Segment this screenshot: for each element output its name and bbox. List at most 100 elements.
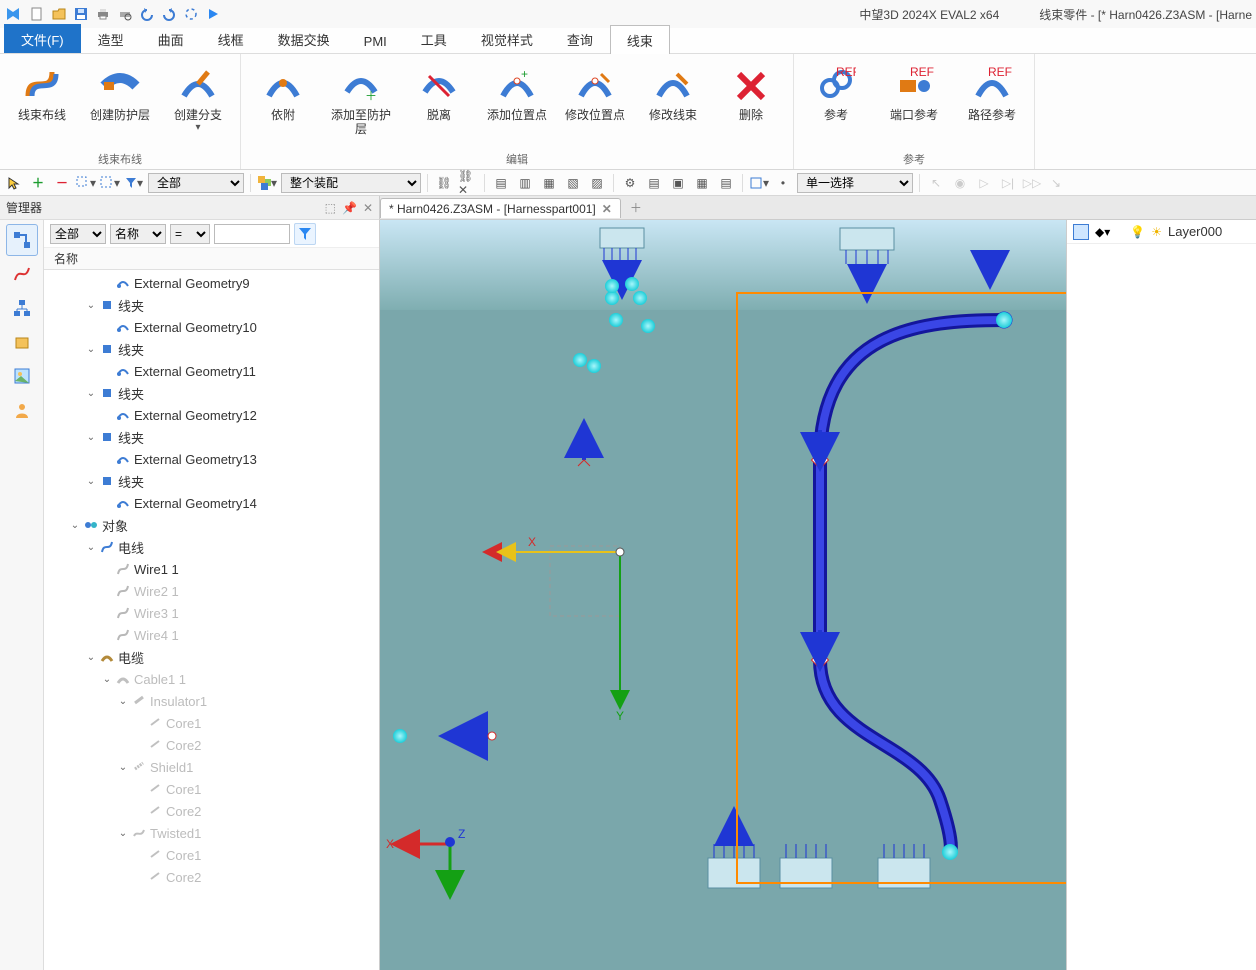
chevron-down-icon[interactable]: ⌄	[116, 762, 130, 773]
cube-icon[interactable]: ▦	[692, 173, 712, 193]
new-icon[interactable]	[28, 5, 46, 23]
subtract-icon[interactable]: －	[52, 173, 72, 193]
tree-node[interactable]: ⌄线夹	[44, 382, 379, 404]
tree-node[interactable]: External Geometry9	[44, 272, 379, 294]
ribbon-detach[interactable]: 脱离	[407, 60, 471, 138]
assembly-scope-select[interactable]: 整个装配	[281, 173, 421, 193]
layer-swatch-icon[interactable]	[1073, 224, 1089, 240]
filter-value[interactable]	[214, 224, 290, 244]
tree-node[interactable]: ⌄线夹	[44, 426, 379, 448]
ribbon-delete[interactable]: 删除	[719, 60, 783, 138]
select-mode-select[interactable]: 单一选择	[797, 173, 913, 193]
align-bottom-icon[interactable]: ▧	[563, 173, 583, 193]
tree-node[interactable]: External Geometry10	[44, 316, 379, 338]
close-icon[interactable]: ✕	[602, 202, 612, 216]
table-icon[interactable]: ▤	[716, 173, 736, 193]
tree-node[interactable]: ⌄Shield1	[44, 756, 379, 778]
ribbon-edit-harness[interactable]: 修改线束	[641, 60, 705, 138]
align-center-icon[interactable]: ▥	[515, 173, 535, 193]
ribbon-path-reference[interactable]: REF路径参考	[960, 60, 1024, 124]
ribbon-attach[interactable]: 依附	[251, 60, 315, 138]
column-header[interactable]: 名称	[44, 248, 379, 270]
chevron-down-icon[interactable]: ⌄	[100, 674, 114, 685]
tree-node[interactable]: External Geometry11	[44, 360, 379, 382]
tree-node[interactable]: ⌄线夹	[44, 470, 379, 492]
person-icon[interactable]	[6, 394, 38, 426]
align-h-icon[interactable]: ▨	[587, 173, 607, 193]
wire-view-icon[interactable]	[6, 258, 38, 290]
manager-close-icon[interactable]: ✕	[363, 201, 373, 215]
select-mode-icon[interactable]: ▾	[749, 173, 769, 193]
tree-node[interactable]: Core2	[44, 734, 379, 756]
tab-线框[interactable]: 线框	[201, 24, 261, 53]
play-icon[interactable]	[204, 5, 222, 23]
tab-造型[interactable]: 造型	[81, 24, 141, 53]
select-dropdown-icon[interactable]: ▾	[76, 173, 96, 193]
ribbon-harness-route[interactable]: 线束布线	[10, 60, 74, 135]
lightbulb-icon[interactable]: 💡	[1130, 225, 1145, 239]
tab-PMI[interactable]: PMI	[347, 28, 404, 53]
assembly-dropdown-icon[interactable]: ▾	[257, 173, 277, 193]
chevron-down-icon[interactable]: ⌄	[84, 432, 98, 443]
tree-node[interactable]: Core1	[44, 712, 379, 734]
ribbon-port-reference[interactable]: REF端口参考	[882, 60, 946, 124]
filter-op[interactable]: =	[170, 224, 210, 244]
tree-node[interactable]: ⌄Cable1 1	[44, 668, 379, 690]
ribbon-add-location[interactable]: +添加位置点	[485, 60, 549, 138]
box-icon[interactable]	[6, 326, 38, 358]
select-rect-dropdown-icon[interactable]: ▾	[100, 173, 120, 193]
chevron-down-icon[interactable]: ⌄	[116, 696, 130, 707]
align-top-icon[interactable]: ▦	[539, 173, 559, 193]
add-icon[interactable]: ＋	[28, 173, 48, 193]
align-left-icon[interactable]: ▤	[491, 173, 511, 193]
filter-scope-select[interactable]: 全部	[148, 173, 244, 193]
link-icon[interactable]: ⛓	[434, 173, 454, 193]
chevron-down-icon[interactable]: ⌄	[84, 476, 98, 487]
filter-field[interactable]: 名称	[110, 224, 166, 244]
tab-数据交换[interactable]: 数据交换	[261, 24, 347, 53]
layer-name[interactable]: Layer000	[1168, 224, 1222, 239]
layer-visibility-icon[interactable]: ◆▾	[1095, 225, 1110, 239]
cube-edit-icon[interactable]: ▣	[668, 173, 688, 193]
ribbon-add-to-cover[interactable]: ＋添加至防护层	[329, 60, 393, 138]
tree-node[interactable]: ⌄电线	[44, 536, 379, 558]
tree-node[interactable]: Core1	[44, 844, 379, 866]
filter-apply-button[interactable]	[294, 223, 316, 245]
tree-node[interactable]: ⌄Twisted1	[44, 822, 379, 844]
tab-工具[interactable]: 工具	[404, 24, 464, 53]
tree-node[interactable]: ⌄对象	[44, 514, 379, 536]
tree-node[interactable]: Wire3 1	[44, 602, 379, 624]
tree-node[interactable]: Wire2 1	[44, 580, 379, 602]
manager-pin-icon[interactable]: 📌	[342, 201, 357, 215]
ribbon-create-cover[interactable]: 创建防护层	[88, 60, 152, 135]
tree-node[interactable]: ⌄线夹	[44, 294, 379, 316]
chevron-down-icon[interactable]: ⌄	[68, 520, 82, 531]
chevron-down-icon[interactable]: ⌄	[84, 388, 98, 399]
add-tab-button[interactable]: ＋	[627, 200, 645, 216]
ribbon-edit-location[interactable]: 修改位置点	[563, 60, 627, 138]
tree-node[interactable]: External Geometry12	[44, 404, 379, 426]
tree-node[interactable]: Core2	[44, 866, 379, 888]
chevron-down-icon[interactable]: ⌄	[84, 652, 98, 663]
list-icon[interactable]: ▤	[644, 173, 664, 193]
tab-file[interactable]: 文件(F)	[4, 24, 81, 53]
image-icon[interactable]	[6, 360, 38, 392]
tree-node[interactable]: External Geometry13	[44, 448, 379, 470]
undo-icon[interactable]	[138, 5, 156, 23]
tab-线束[interactable]: 线束	[610, 25, 670, 54]
tree[interactable]: External Geometry9⌄线夹External Geometry10…	[44, 270, 379, 970]
chevron-down-icon[interactable]: ⌄	[84, 542, 98, 553]
viewport[interactable]: ◧▾ ◨▾ ✺▾ 🖵▾ 您可以在自定义设置里设置热键 单击"帮助/显示提示"按钮…	[380, 220, 1066, 970]
filter-scope[interactable]: 全部	[50, 224, 106, 244]
print-icon[interactable]	[94, 5, 112, 23]
ribbon-reference[interactable]: REF参考	[804, 60, 868, 124]
chevron-down-icon[interactable]: ⌄	[84, 300, 98, 311]
open-icon[interactable]	[50, 5, 68, 23]
manager-expand-icon[interactable]: ⬚	[325, 201, 336, 215]
tree-node[interactable]: ⌄电缆	[44, 646, 379, 668]
tree-node[interactable]: Wire4 1	[44, 624, 379, 646]
document-tab[interactable]: * Harn0426.Z3ASM - [Harnesspart001] ✕	[380, 198, 621, 218]
refresh-icon[interactable]	[182, 5, 200, 23]
tab-查询[interactable]: 查询	[550, 24, 610, 53]
chevron-down-icon[interactable]: ⌄	[116, 828, 130, 839]
